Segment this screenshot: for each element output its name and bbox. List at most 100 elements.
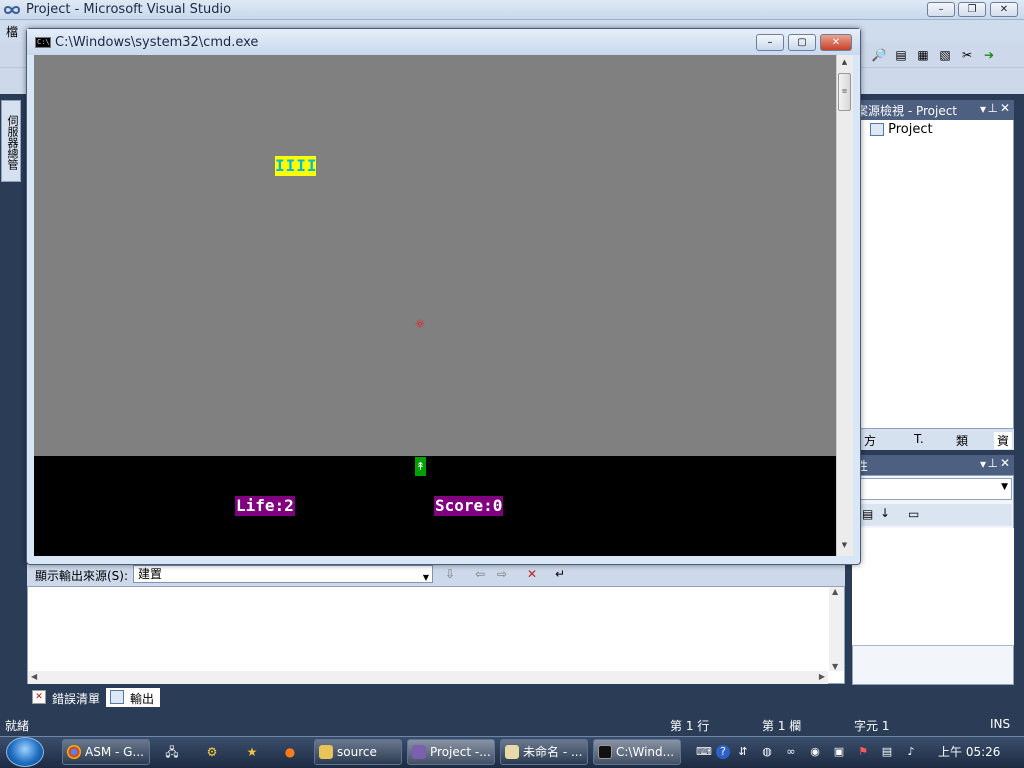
menu-file[interactable]: 檔 xyxy=(6,23,18,40)
server-explorer-tab[interactable]: 伺服器總管 xyxy=(1,100,21,182)
scroll-down-icon[interactable]: ▼ xyxy=(838,541,851,553)
network-status-icon[interactable]: ◍ xyxy=(760,745,774,759)
taskbar-pinned-network[interactable]: 🖧 xyxy=(155,739,189,765)
status-column: 第 1 欄 xyxy=(762,719,802,733)
tab-error-list-label: 錯誤清單 xyxy=(52,692,101,706)
taskbar-clock[interactable]: 上午 05:26 xyxy=(938,743,1000,760)
output-source-select[interactable]: 建置 ▼ xyxy=(133,565,433,583)
tab-solution[interactable]: 方 xyxy=(864,432,876,449)
scroll-up-icon[interactable]: ▲ xyxy=(838,58,851,70)
tab-resource[interactable]: 資 xyxy=(994,432,1013,449)
scroll-right-icon[interactable]: ▶ xyxy=(819,672,825,681)
output-horizontal-scrollbar[interactable]: ◀ ▶ xyxy=(28,671,828,684)
vs-title-bar: Project - Microsoft Visual Studio – ❐ ✕ xyxy=(0,0,1024,20)
cmd-window-title: C:\Windows\system32\cmd.exe xyxy=(55,35,259,50)
next-message-icon[interactable]: ⇨ xyxy=(497,567,507,581)
media-icon[interactable]: ◉ xyxy=(808,745,822,759)
cmd-vertical-scrollbar[interactable] xyxy=(836,55,853,556)
close-icon[interactable]: ✕ xyxy=(1000,456,1010,470)
project-node-icon xyxy=(870,123,884,136)
cmd-window-icon: C:\ xyxy=(35,37,51,48)
toolbar-properties-icon[interactable]: ▤ xyxy=(892,47,910,63)
chevron-down-icon: ▼ xyxy=(422,573,429,582)
folder-icon xyxy=(319,745,333,759)
start-button[interactable] xyxy=(6,737,44,767)
chrome-icon xyxy=(67,745,81,759)
toolbar-find-icon[interactable]: 🔎 xyxy=(870,47,888,63)
error-list-icon: ✕ xyxy=(32,690,46,704)
toolbar-tools-icon[interactable]: ✂ xyxy=(958,47,976,63)
vs-close-button[interactable]: ✕ xyxy=(990,2,1018,17)
cmd-icon xyxy=(598,745,612,759)
visual-studio-tray-icon[interactable]: ∞ xyxy=(784,745,798,759)
scroll-left-icon[interactable]: ◀ xyxy=(31,672,37,681)
python-icon: ⚙ xyxy=(206,745,218,759)
life-counter: Life:2 xyxy=(235,496,295,516)
network-app-icon: 🖧 xyxy=(165,745,179,759)
game-play-area xyxy=(34,55,836,456)
taskbar-pinned-python[interactable]: ⚙ xyxy=(195,739,229,765)
scroll-down-icon[interactable]: ▼ xyxy=(832,662,838,671)
language-bar-icon[interactable]: ⇵ xyxy=(736,745,750,759)
properties-header: 性 ▾ ⊥ ✕ xyxy=(852,455,1014,475)
previous-message-icon[interactable]: ⇦ xyxy=(475,567,485,581)
taskbar-pinned-firefox[interactable]: ● xyxy=(273,739,307,765)
taskbar-button-paint[interactable]: 未命名 - ... xyxy=(500,739,588,765)
left-tool-strip: 伺服器總管 xyxy=(0,94,22,714)
vs-minimize-button[interactable]: – xyxy=(927,2,955,17)
pin-icon[interactable]: ⊥ xyxy=(988,456,998,470)
keyboard-icon[interactable]: ⌨ xyxy=(696,745,712,759)
goto-location-icon[interactable]: ⇩ xyxy=(445,567,455,581)
scroll-up-icon[interactable]: ▲ xyxy=(832,587,838,596)
taskbar-button-cmd[interactable]: C:\Wind... xyxy=(593,739,681,765)
cmd-maximize-button[interactable]: ▢ xyxy=(788,34,816,51)
toolbar-object-browser-icon[interactable]: ▦ xyxy=(914,47,932,63)
volume-icon[interactable]: ♪ xyxy=(904,745,918,759)
toolbar-toolbox-icon[interactable]: ▧ xyxy=(936,47,954,63)
taskbar-button-label: C:\Wind... xyxy=(616,745,675,759)
tab-class[interactable]: 類 xyxy=(956,432,968,449)
taskbar-pinned-app[interactable]: ★ xyxy=(235,739,269,765)
properties-object-select[interactable]: ▼ xyxy=(858,478,1012,500)
tree-item-project[interactable]: Project xyxy=(888,122,932,137)
alphabetical-icon[interactable]: ↓ xyxy=(880,506,890,520)
taskbar-button-source[interactable]: source xyxy=(314,739,402,765)
dropdown-arrow-icon[interactable]: ▾ xyxy=(980,457,986,471)
properties-toolbar: ▤ ↓ ▭ xyxy=(858,504,1012,526)
output-vertical-scrollbar[interactable]: ▲ ▼ xyxy=(829,587,844,671)
tab-error-list[interactable]: ✕ 錯誤清單 xyxy=(28,688,106,707)
network-connection-icon[interactable]: ▤ xyxy=(880,745,894,759)
solution-explorer-title: 案源檢視 - Project xyxy=(856,104,958,118)
help-icon[interactable]: ? xyxy=(716,745,730,759)
enemy-bullet: ☼ xyxy=(414,317,426,331)
enemy-sprite: IIII xyxy=(275,156,318,176)
vs-maximize-button[interactable]: ❐ xyxy=(958,2,986,17)
tab-output[interactable]: 輸出 xyxy=(106,688,161,707)
toolbar-start-icon[interactable]: ➔ xyxy=(980,47,998,63)
taskbar-button-label: ASM - G... xyxy=(85,745,144,759)
display-icon[interactable]: ▣ xyxy=(832,745,846,759)
word-wrap-icon[interactable]: ↵ xyxy=(555,567,565,581)
cmd-close-button[interactable]: ✕ xyxy=(820,34,852,51)
cmd-minimize-button[interactable]: – xyxy=(756,34,784,51)
status-bar: 就緒 第 1 行 第 1 欄 字元 1 INS xyxy=(0,714,1024,736)
output-text-area[interactable] xyxy=(27,586,845,684)
pin-icon[interactable]: ⊥ xyxy=(988,101,998,115)
taskbar-button-chrome[interactable]: ASM - G... xyxy=(62,739,150,765)
status-line: 第 1 行 xyxy=(670,719,710,733)
output-source-value: 建置 xyxy=(138,567,163,581)
cmd-scroll-thumb[interactable]: ≡ xyxy=(838,73,851,111)
output-icon xyxy=(110,690,124,704)
tab-team[interactable]: T. xyxy=(914,432,924,446)
property-pages-icon[interactable]: ▭ xyxy=(908,507,919,521)
taskbar-button-label: source xyxy=(337,745,377,759)
categorized-icon[interactable]: ▤ xyxy=(862,507,873,521)
visual-studio-icon xyxy=(412,745,426,759)
taskbar-button-visual-studio[interactable]: Project -... xyxy=(407,739,495,765)
close-icon[interactable]: ✕ xyxy=(1000,101,1010,115)
clear-all-icon[interactable]: ✕ xyxy=(527,567,537,581)
dropdown-arrow-icon[interactable]: ▾ xyxy=(980,102,986,116)
action-center-icon[interactable]: ⚑ xyxy=(856,745,870,759)
player-ship: ↟ xyxy=(415,457,426,476)
properties-grid[interactable] xyxy=(852,528,1014,646)
